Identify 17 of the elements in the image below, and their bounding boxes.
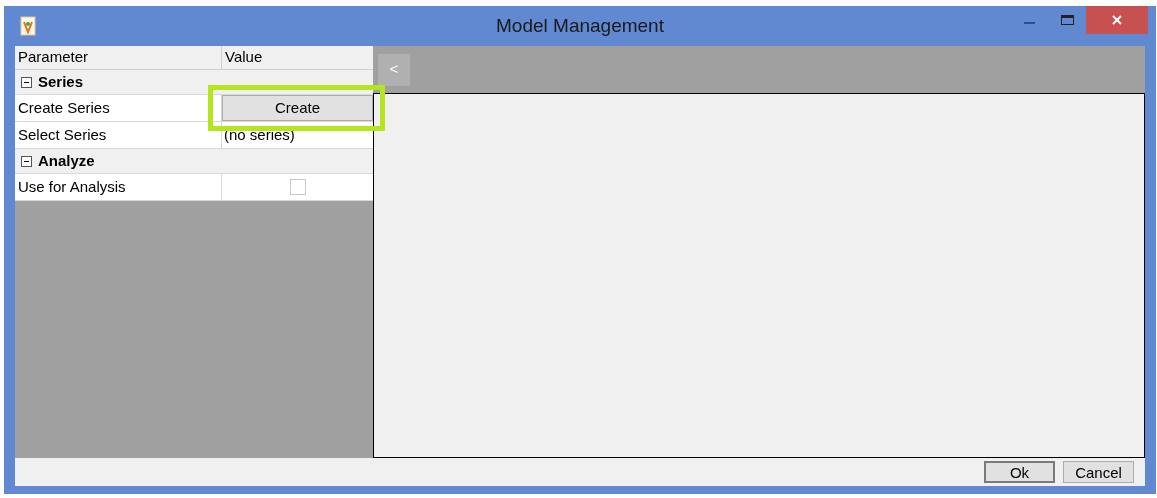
app-icon <box>20 16 36 36</box>
window-title: Model Management <box>496 13 664 38</box>
checkbox[interactable] <box>289 179 306 195</box>
group-label: Series <box>38 71 84 92</box>
group-label: Analyze <box>38 150 95 171</box>
collapse-toggle-icon[interactable] <box>21 76 32 88</box>
parameter-label: Select Series <box>18 124 107 145</box>
create-button[interactable]: Create <box>222 95 373 121</box>
dialog-button[interactable]: Cancel <box>1063 461 1134 483</box>
close-icon <box>1111 14 1123 26</box>
parameter-label: Create Series <box>18 97 110 118</box>
column-header: Value <box>225 47 263 68</box>
parameter-label: Use for Analysis <box>18 176 126 197</box>
close-button[interactable] <box>1086 6 1148 34</box>
column-header: Parameter <box>18 47 89 68</box>
dialog-button[interactable]: Ok <box>984 461 1055 483</box>
collapse-toggle-icon[interactable] <box>21 155 32 167</box>
